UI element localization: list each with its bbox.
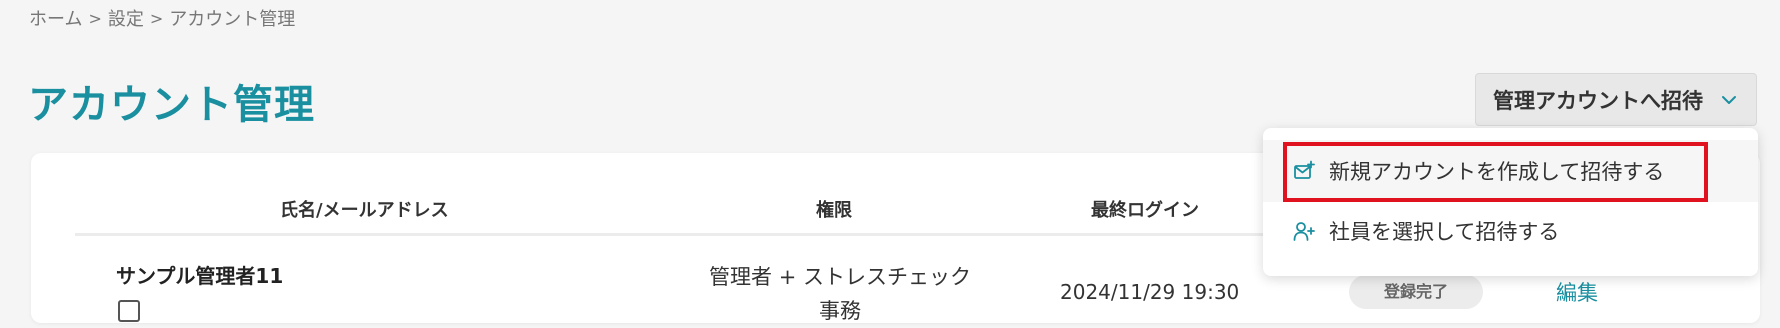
page-title: アカウント管理	[28, 82, 315, 128]
account-role: 管理者 + ストレスチェック 事務	[690, 260, 990, 328]
breadcrumb-separator: >	[88, 8, 102, 28]
last-login-time: 2024/11/29 19:30	[1060, 280, 1240, 304]
account-role-line1: 管理者 + ストレスチェック	[709, 265, 971, 289]
menu-item-label: 新規アカウントを作成して招待する	[1329, 160, 1665, 184]
account-name: サンプル管理者11	[116, 264, 284, 288]
menu-item-label: 社員を選択して招待する	[1329, 220, 1560, 244]
user-plus-icon	[1293, 222, 1315, 241]
status-badge: 登録完了	[1349, 275, 1483, 309]
invite-admin-button[interactable]: 管理アカウントへ招待	[1475, 73, 1757, 126]
breadcrumb-home[interactable]: ホーム	[29, 5, 82, 31]
breadcrumb-settings[interactable]: 設定	[108, 5, 144, 31]
breadcrumb-current: アカウント管理	[169, 9, 296, 30]
row-checkbox[interactable]	[118, 300, 140, 322]
breadcrumb-separator: >	[149, 8, 164, 28]
column-header-name-email: 氏名/メールアドレス	[280, 200, 449, 221]
menu-item-select-employee[interactable]: 社員を選択して招待する	[1263, 200, 1758, 262]
column-header-role: 権限	[816, 200, 852, 221]
chevron-down-icon	[1722, 96, 1736, 104]
breadcrumb: ホーム > 設定 > アカウント管理	[29, 5, 295, 31]
invite-dropdown-menu: 新規アカウントを作成して招待する 社員を選択して招待する	[1263, 128, 1758, 276]
column-header-last-login: 最終ログイン	[1091, 200, 1199, 221]
mail-plus-icon	[1294, 160, 1315, 179]
menu-item-create-new-account[interactable]: 新規アカウントを作成して招待する	[1263, 140, 1758, 202]
invite-admin-button-label: 管理アカウントへ招待	[1493, 88, 1703, 113]
edit-link[interactable]: 編集	[1556, 277, 1598, 307]
account-role-line2: 事務	[819, 299, 861, 323]
